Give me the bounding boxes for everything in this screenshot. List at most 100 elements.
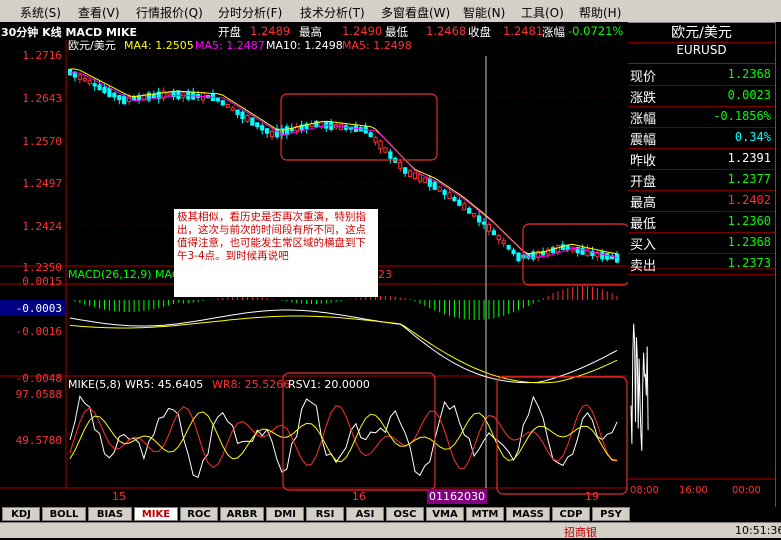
tab-dmi[interactable]: DMI [266, 507, 304, 521]
candle-body [467, 207, 472, 214]
macd-dif-line [69, 309, 618, 384]
mike-tick: 97.0588 [16, 388, 62, 401]
menu-view[interactable]: 查看(V) [78, 4, 120, 21]
menu-help[interactable]: 帮助(H) [579, 4, 621, 21]
quote-row-label: 开盘 [630, 175, 657, 190]
quote-row: 涨跌 0.0023 [628, 85, 775, 107]
candle-body [403, 167, 408, 174]
change-value: -0.0721% [568, 24, 624, 38]
quote-row: 买入 1.2368 [628, 232, 775, 254]
menu-smart[interactable]: 智能(N) [463, 4, 505, 21]
candle-body [117, 95, 122, 101]
ma5-legend: MA5: 1.2487 [195, 39, 265, 52]
candle-body [112, 92, 117, 98]
tab-mass[interactable]: MASS [506, 507, 550, 521]
quote-row-value: 1.2402 [727, 193, 771, 207]
mike-legend: MIKE(5,8) [68, 378, 121, 391]
candle-body [215, 98, 220, 102]
candle-body [82, 77, 87, 82]
macd-tick: -0.0003 [16, 302, 62, 315]
quote-row: 涨幅 -0.1856% [628, 106, 775, 128]
quote-row-value: 0.34% [734, 130, 771, 144]
menu-multiwindow[interactable]: 多窗看盘(W) [381, 4, 450, 21]
candle-body [614, 253, 620, 263]
symbol-legend: 欧元/美元 [68, 39, 116, 52]
menu-tools[interactable]: 工具(O) [521, 4, 564, 21]
ma4-legend: MA4: 1.2505 [124, 39, 194, 52]
candle-body [437, 186, 442, 192]
open-label: 开盘 [218, 25, 241, 39]
broker-label: 招商银 [564, 526, 597, 539]
tab-asi[interactable]: ASI [346, 507, 384, 521]
candle-body [383, 147, 388, 153]
tab-rsi[interactable]: RSI [306, 507, 344, 521]
menu-technical[interactable]: 技术分析(T) [300, 4, 365, 21]
close-label: 收盘 [468, 25, 491, 39]
quote-row-value: 0.0023 [727, 88, 771, 102]
tab-bias[interactable]: BIAS [88, 507, 132, 521]
candle-body [476, 215, 482, 223]
tab-psy[interactable]: PSY [592, 507, 630, 521]
candle-body [605, 252, 610, 260]
quote-row-value: 1.2391 [727, 151, 771, 165]
quote-info-bar: 30分钟 K线 MACD MIKE 开盘 1.2489 最高 1.2490 最低… [0, 22, 628, 40]
candle-body [447, 192, 452, 200]
tab-roc[interactable]: ROC [180, 507, 218, 521]
tab-arbr[interactable]: ARBR [220, 507, 264, 521]
date-label: 15 [112, 490, 126, 503]
candle-body [442, 189, 447, 195]
menu-system[interactable]: 系统(S) [20, 4, 61, 21]
tab-boll[interactable]: BOLL [42, 507, 86, 521]
low-label: 最低 [385, 25, 408, 39]
price-tick: 1.2497 [22, 177, 62, 190]
candle-body [245, 115, 250, 122]
candle-body [506, 244, 511, 250]
quote-row-value: 1.2377 [727, 172, 771, 186]
mini-axis-label: 08:00 [630, 485, 659, 496]
right-scroll-strip[interactable] [775, 22, 781, 507]
quote-row-label: 涨跌 [630, 91, 657, 106]
tab-osc[interactable]: OSC [386, 507, 424, 521]
candle-body [255, 122, 260, 128]
mini-tick-chart[interactable]: 08:00 16:00 00:00 [628, 268, 775, 507]
wr8-legend: WR8: 25.5266 [212, 378, 290, 391]
candle-body [462, 203, 467, 211]
quote-row: 震幅 0.34% [628, 127, 775, 149]
candle-body [501, 240, 506, 245]
indicator-tab-bar: KDJ BOLL BIAS MIKE ROC ARBR DMI RSI ASI OSC VMA MTM… [0, 507, 630, 522]
candle-body [373, 136, 378, 143]
candle-body [220, 100, 225, 106]
tab-vma[interactable]: VMA [426, 507, 464, 521]
menu-quote[interactable]: 行情报价(Q) [136, 4, 203, 21]
quote-row: 最高 1.2402 [628, 190, 775, 212]
candle-body [398, 162, 403, 169]
quote-row-value: 1.2360 [727, 214, 771, 228]
candle-body [432, 181, 437, 190]
macd-legend: MACD(26,12,9) [68, 268, 152, 281]
date-label: 19 [585, 490, 599, 503]
mini-axis-label: 00:00 [732, 485, 761, 496]
mike-tick: 49.5780 [16, 434, 62, 447]
candle-body [452, 197, 457, 201]
tab-mtm[interactable]: MTM [466, 507, 504, 521]
wr5-legend: WR5: 45.6405 [125, 378, 203, 391]
tab-cdp[interactable]: CDP [552, 507, 590, 521]
close-value: 1.2481 [503, 24, 544, 38]
candle-body [97, 84, 102, 91]
candle-body [176, 90, 181, 100]
tab-kdj[interactable]: KDJ [2, 507, 40, 521]
change-label: 涨幅 [542, 25, 565, 39]
tab-mike[interactable]: MIKE [134, 507, 178, 521]
annotation-box [280, 93, 438, 161]
menu-timeshare[interactable]: 分时分析(F) [218, 4, 282, 21]
price-axis: 1.2716 1.2643 1.2570 1.2497 1.2424 1.235… [22, 49, 62, 274]
annotation-box [496, 376, 628, 495]
macd-tick: 0.0015 [22, 275, 62, 288]
ma5b-legend: MA5: 1.2498 [342, 39, 412, 52]
candle-body [230, 107, 235, 111]
quote-row-label: 涨幅 [630, 112, 657, 127]
candle-body [511, 249, 516, 255]
quote-row: 现价 1.2368 [628, 64, 775, 86]
rsv1-legend: RSV1: 20.0000 [288, 378, 370, 391]
period-label: 30分钟 K线 MACD MIKE [1, 26, 138, 39]
